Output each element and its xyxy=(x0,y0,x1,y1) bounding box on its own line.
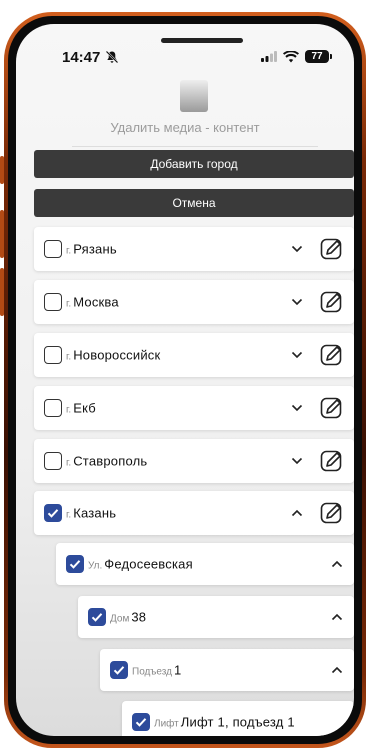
city-row-novorossiysk[interactable]: г. Новороссийск xyxy=(34,333,354,377)
phone-side-button xyxy=(0,268,4,316)
checkmark-icon xyxy=(47,509,59,518)
bell-muted-icon xyxy=(105,50,119,64)
status-time: 14:47 xyxy=(62,49,101,66)
city-checkbox[interactable] xyxy=(44,452,62,470)
edit-icon[interactable] xyxy=(320,449,344,473)
edit-icon[interactable] xyxy=(320,237,344,261)
chevron-down-icon[interactable] xyxy=(291,296,303,308)
chevron-up-icon[interactable] xyxy=(331,611,343,623)
elevator-label: Лифт Лифт 1, подъезд 1 xyxy=(154,715,295,730)
city-checkbox[interactable] xyxy=(44,399,62,417)
battery-tip xyxy=(330,54,332,59)
house-name: 38 xyxy=(131,609,147,625)
phone-bezel: 14:47 77 Удалить медиа - контент Добавит… xyxy=(8,16,362,744)
city-prefix: г. xyxy=(66,457,72,469)
chevron-down-icon[interactable] xyxy=(291,402,303,414)
entrance-prefix: Подъезд xyxy=(132,666,172,678)
signal-icon xyxy=(261,51,277,62)
city-row-ryazan[interactable]: г. Рязань xyxy=(34,227,354,271)
elevator-name: Лифт 1, подъезд 1 xyxy=(180,714,295,730)
entrance-checkbox-checked[interactable] xyxy=(110,661,128,679)
city-label: г. Казань xyxy=(66,506,116,521)
cancel-button[interactable]: Отмена xyxy=(34,189,354,217)
checkmark-icon xyxy=(69,560,81,569)
house-row[interactable]: Дом 38 xyxy=(78,596,354,638)
checkmark-icon xyxy=(135,718,147,727)
delete-media-link[interactable]: Удалить медиа - контент xyxy=(16,120,354,135)
city-name: Казань xyxy=(73,505,117,521)
add-city-button[interactable]: Добавить город xyxy=(34,150,354,178)
header-divider xyxy=(72,146,318,147)
city-label: г. Рязань xyxy=(66,242,117,257)
elevator-checkbox-checked[interactable] xyxy=(132,713,150,731)
city-row-moskva[interactable]: г. Москва xyxy=(34,280,354,324)
city-label: г. Москва xyxy=(66,295,119,310)
battery-indicator: 77 xyxy=(305,50,332,63)
edit-icon[interactable] xyxy=(320,290,344,314)
wifi-icon xyxy=(283,50,299,62)
chevron-up-icon[interactable] xyxy=(331,558,343,570)
phone-side-button xyxy=(0,210,4,258)
street-row[interactable]: Ул. Федосеевская xyxy=(56,543,354,585)
media-preview-icon[interactable] xyxy=(180,80,208,112)
checkmark-icon xyxy=(91,613,103,622)
city-name: Новороссийск xyxy=(73,347,161,363)
street-label: Ул. Федосеевская xyxy=(88,557,193,572)
status-indicators: 77 xyxy=(261,50,332,63)
city-name: Ставрополь xyxy=(73,453,148,469)
checkmark-icon xyxy=(113,666,125,675)
house-checkbox-checked[interactable] xyxy=(88,608,106,626)
chevron-down-icon[interactable] xyxy=(291,243,303,255)
street-checkbox-checked[interactable] xyxy=(66,555,84,573)
entrance-label: Подъезд 1 xyxy=(132,663,181,678)
city-label: г. Екб xyxy=(66,401,96,416)
city-label: г. Ставрополь xyxy=(66,454,147,469)
city-prefix: г. xyxy=(66,298,72,310)
chevron-down-icon[interactable] xyxy=(291,455,303,467)
house-label: Дом 38 xyxy=(110,610,146,625)
chevron-up-icon[interactable] xyxy=(291,507,303,519)
city-label: г. Новороссийск xyxy=(66,348,160,363)
edit-icon[interactable] xyxy=(320,343,344,367)
city-checkbox[interactable] xyxy=(44,293,62,311)
city-prefix: г. xyxy=(66,404,72,416)
entrance-row[interactable]: Подъезд 1 xyxy=(100,649,354,691)
status-bar: 14:47 77 xyxy=(16,24,354,72)
screen: 14:47 77 Удалить медиа - контент Добавит… xyxy=(16,24,354,736)
house-prefix: Дом xyxy=(110,613,130,625)
street-prefix: Ул. xyxy=(88,560,103,572)
battery-level: 77 xyxy=(305,50,329,63)
city-prefix: г. xyxy=(66,351,72,363)
city-row-ekb[interactable]: г. Екб xyxy=(34,386,354,430)
elevator-row[interactable]: Лифт Лифт 1, подъезд 1 xyxy=(122,701,354,736)
city-row-kazan[interactable]: г. Казань xyxy=(34,491,354,535)
city-checkbox[interactable] xyxy=(44,240,62,258)
city-prefix: г. xyxy=(66,245,72,257)
elevator-prefix: Лифт xyxy=(154,718,179,730)
street-name: Федосеевская xyxy=(104,556,193,572)
city-checkbox[interactable] xyxy=(44,346,62,364)
chevron-down-icon[interactable] xyxy=(291,349,303,361)
city-row-stavropol[interactable]: г. Ставрополь xyxy=(34,439,354,483)
city-name: Москва xyxy=(73,294,119,310)
city-prefix: г. xyxy=(66,509,72,521)
city-name: Рязань xyxy=(73,241,117,257)
chevron-up-icon[interactable] xyxy=(331,664,343,676)
entrance-name: 1 xyxy=(173,662,182,678)
city-checkbox-checked[interactable] xyxy=(44,504,62,522)
phone-side-button xyxy=(0,156,4,184)
edit-icon[interactable] xyxy=(320,501,344,525)
edit-icon[interactable] xyxy=(320,396,344,420)
city-name: Екб xyxy=(73,400,96,416)
phone-frame: 14:47 77 Удалить медиа - контент Добавит… xyxy=(4,12,366,748)
